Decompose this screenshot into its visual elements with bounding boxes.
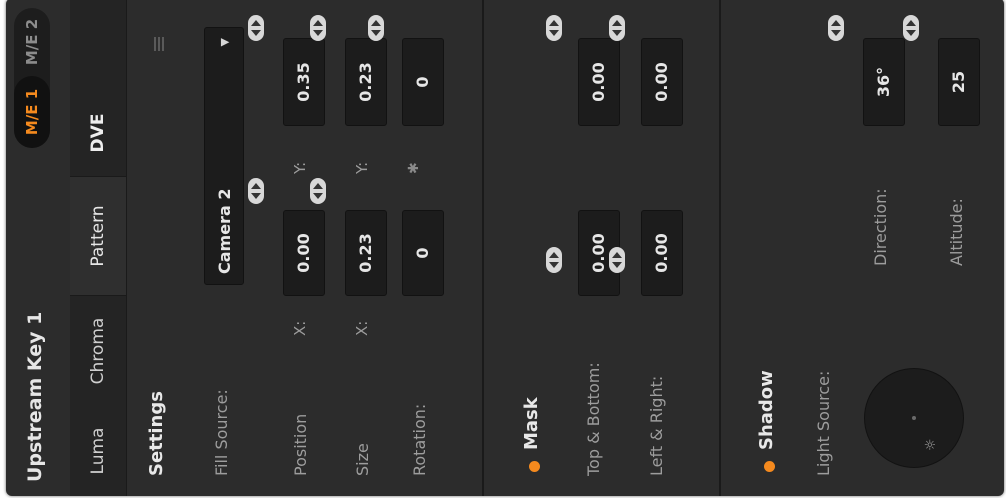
position-x-field[interactable]: 0.00 (283, 210, 325, 296)
left-right-b-stepper-icon[interactable] (609, 15, 625, 41)
size-label: Size (353, 443, 372, 476)
link-icon: ✱ (406, 162, 422, 174)
size-y-label: Y: (353, 161, 371, 174)
tab-chroma[interactable]: Chroma (70, 296, 126, 406)
altitude-label: Altitude: (947, 198, 966, 266)
left-right-label: Left & Right: (647, 375, 666, 476)
shadow-enable-indicator[interactable] (764, 461, 775, 472)
rotation-stepper-icon[interactable] (368, 15, 384, 41)
rotation-field[interactable]: 0 (402, 210, 444, 296)
left-right-b-field[interactable]: 0.00 (641, 38, 683, 126)
rotation-label: Rotation: (410, 403, 429, 476)
tab-luma[interactable]: Luma (70, 406, 126, 496)
tab-dve[interactable]: DVE (70, 88, 126, 178)
position-y-label: Y: (291, 161, 309, 174)
light-source-label: Light Source: (814, 370, 833, 476)
position-label: Position (291, 413, 310, 476)
size-x-field[interactable]: 0.23 (345, 210, 387, 296)
me-switcher: M/E 1 M/E 2 (14, 8, 50, 148)
position-y-stepper-icon[interactable] (248, 15, 264, 41)
rotation-field-2[interactable]: 0 (402, 38, 444, 126)
direction-label: Direction: (871, 188, 890, 266)
section-divider (719, 0, 721, 496)
fill-source-value: Camera 2 (215, 188, 234, 274)
size-x-label: X: (353, 320, 371, 336)
left-right-a-stepper-icon[interactable] (609, 247, 625, 273)
direction-stepper-icon[interactable] (828, 15, 844, 41)
settings-title: Settings (146, 391, 167, 476)
altitude-stepper-icon[interactable] (903, 15, 919, 41)
mask-title: Mask (521, 397, 542, 450)
top-bottom-b-field[interactable]: 0.00 (578, 38, 620, 126)
fill-source-label: Fill Source: (212, 389, 231, 476)
knob-center-icon (912, 416, 916, 420)
shadow-title: Shadow (756, 370, 777, 450)
top-bottom-b-stepper-icon[interactable] (546, 15, 562, 41)
section-divider (482, 0, 484, 496)
chevron-down-icon: ▼ (218, 38, 231, 47)
fill-source-select[interactable]: Camera 2 ▼ (204, 27, 244, 285)
top-bottom-label: Top & Bottom: (584, 362, 603, 476)
me1-button[interactable]: M/E 1 (14, 76, 50, 148)
size-y-field[interactable]: 0.23 (345, 38, 387, 126)
direction-field[interactable]: 36° (863, 38, 905, 126)
upstream-key-panel: Upstream Key 1 M/E 1 M/E 2 Luma Chroma P… (6, 0, 1004, 496)
size-y-stepper-icon[interactable] (310, 15, 326, 41)
top-bottom-a-stepper-icon[interactable] (546, 247, 562, 273)
drag-handle-icon[interactable] (154, 37, 168, 51)
tab-pattern[interactable]: Pattern (70, 176, 126, 296)
altitude-field[interactable]: 25 (938, 38, 980, 126)
panel-title: Upstream Key 1 (24, 311, 46, 482)
position-x-label: X: (291, 320, 309, 336)
me2-button[interactable]: M/E 2 (14, 8, 50, 76)
left-right-a-field[interactable]: 0.00 (641, 210, 683, 296)
mask-enable-indicator[interactable] (529, 461, 540, 472)
position-x-stepper-icon[interactable] (248, 178, 264, 204)
size-x-stepper-icon[interactable] (310, 178, 326, 204)
sun-icon: ☼ (923, 438, 939, 451)
light-source-knob[interactable]: ☼ (864, 368, 964, 468)
position-y-field[interactable]: 0.35 (283, 38, 325, 126)
key-type-tabs: Luma Chroma Pattern DVE (70, 0, 127, 496)
